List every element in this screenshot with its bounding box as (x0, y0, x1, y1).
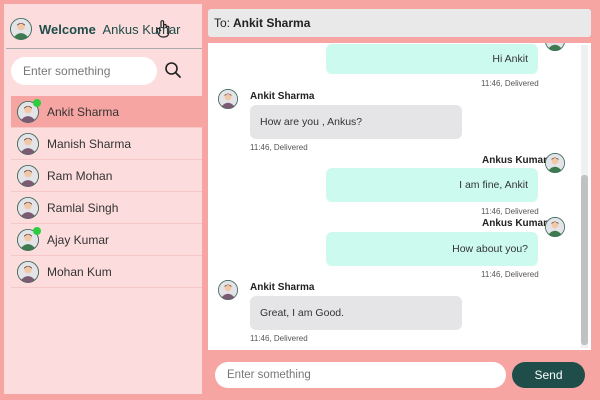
contact-item[interactable]: Ramlal Singh (11, 192, 202, 224)
sender-avatar (218, 89, 238, 109)
message-bubble-incoming: Great, I am Good. (250, 296, 462, 330)
sender-name: Ankit Sharma (250, 282, 315, 293)
message-thread[interactable]: Hi Ankit 11:46, Delivered Ankit Sharma H… (208, 43, 591, 350)
message-bubble-outgoing: Hi Ankit (326, 44, 538, 74)
scrollbar-thumb[interactable] (581, 175, 588, 345)
recipient-label: To: (214, 16, 231, 30)
message-input[interactable] (215, 362, 506, 388)
recipient-name: Ankit Sharma (233, 16, 311, 30)
contact-name: Manish Sharma (47, 136, 132, 151)
contact-name: Ankit Sharma (47, 104, 120, 119)
message-meta: 11:46, Delivered (481, 207, 539, 216)
contact-avatar (17, 165, 39, 187)
header-divider (6, 48, 202, 49)
sidebar: Welcome Ankus Kumar Ankit Sharma Manish … (4, 4, 202, 394)
contact-avatar (17, 197, 39, 219)
online-indicator (33, 99, 41, 107)
send-button[interactable]: Send (512, 362, 585, 388)
contact-item[interactable]: Ankit Sharma (11, 96, 202, 128)
sender-avatar (545, 43, 565, 51)
message-text: Great, I am Good. (260, 307, 345, 319)
welcome-word: Welcome (39, 21, 96, 37)
logout-hand-icon[interactable] (154, 19, 172, 39)
sender-name: Ankus Kumar (482, 218, 548, 229)
recipient-bar: To: Ankit Sharma (208, 9, 591, 37)
contact-avatar (17, 261, 39, 283)
sender-avatar (545, 217, 565, 237)
sender-name: Ankus Kumar (482, 155, 548, 166)
thread-scrollbar[interactable] (581, 45, 588, 348)
message-meta: 11:46, Delivered (481, 79, 539, 88)
search-icon[interactable] (164, 61, 182, 79)
contact-item[interactable]: Ajay Kumar (11, 224, 202, 256)
contact-name: Mohan Kum (47, 264, 112, 279)
contact-item[interactable]: Ram Mohan (11, 160, 202, 192)
sender-avatar (545, 153, 565, 173)
sender-avatar (218, 280, 238, 300)
message-meta: 11:46, Delivered (250, 143, 308, 152)
message-text: Hi Ankit (492, 53, 528, 65)
sender-name: Ankit Sharma (250, 91, 315, 102)
contact-name: Ramlal Singh (47, 200, 119, 215)
message-text: How about you? (452, 243, 528, 255)
contact-item[interactable]: Mohan Kum (11, 256, 202, 288)
contact-name: Ajay Kumar (47, 232, 110, 247)
message-text: I am fine, Ankit (459, 179, 528, 191)
message-bubble-outgoing: I am fine, Ankit (326, 168, 538, 202)
contact-name: Ram Mohan (47, 168, 113, 183)
message-meta: 11:46, Delivered (481, 270, 539, 279)
search-input[interactable] (11, 57, 157, 85)
contact-item[interactable]: Manish Sharma (11, 128, 202, 160)
contact-list: Ankit Sharma Manish Sharma Ram Mohan Ram… (11, 96, 202, 288)
online-indicator (33, 227, 41, 235)
message-bubble-outgoing: How about you? (326, 232, 538, 266)
message-text: How are you , Ankus? (260, 116, 363, 128)
user-avatar (10, 18, 32, 40)
message-meta: 11:46, Delivered (250, 334, 308, 343)
contact-avatar (17, 133, 39, 155)
message-bubble-incoming: How are you , Ankus? (250, 105, 462, 139)
